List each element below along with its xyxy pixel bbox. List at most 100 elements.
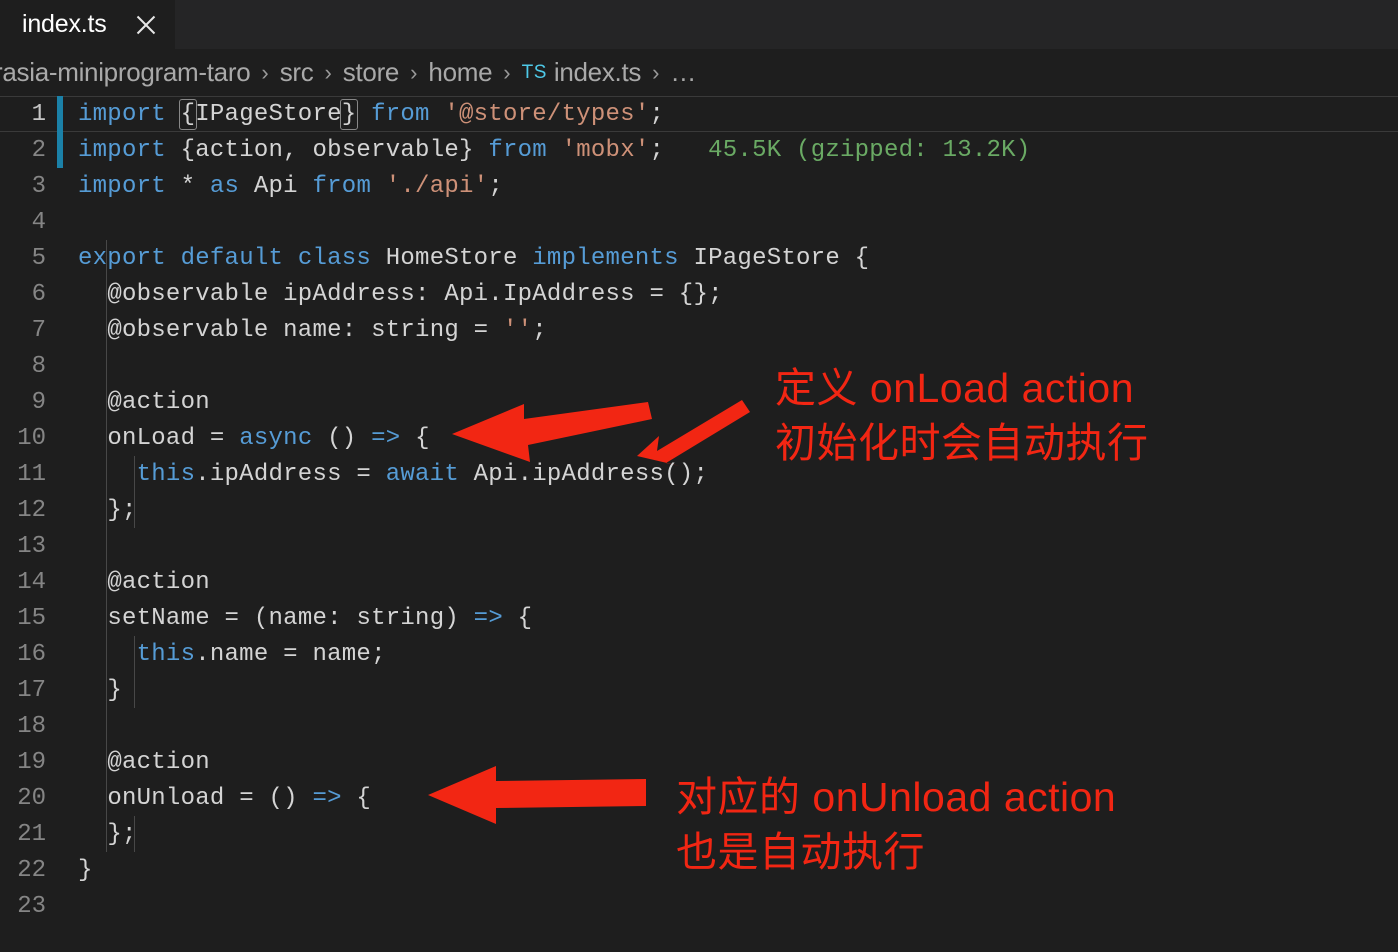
- code-text: }: [78, 856, 93, 884]
- code-text: import {IPageStore} from '@store/types';: [78, 98, 665, 130]
- code-line[interactable]: 6 @observable ipAddress: Api.IpAddress =…: [0, 276, 1398, 312]
- code-line[interactable]: 22 }: [0, 852, 1398, 888]
- code-line[interactable]: 15 setName = (name: string) => {: [0, 600, 1398, 636]
- code-editor[interactable]: 1 import {IPageStore} from '@store/types…: [0, 96, 1398, 952]
- chevron-right-icon: ›: [261, 59, 269, 85]
- typescript-file-icon: TS: [521, 61, 547, 83]
- import-cost-hint: 45.5K (gzipped: 13.2K): [708, 136, 1031, 164]
- breadcrumb-item-project[interactable]: rasia-miniprogram-taro: [0, 57, 251, 88]
- code-line[interactable]: 2 import {action, observable} from 'mobx…: [0, 132, 1398, 168]
- code-text: @observable ipAddress: Api.IpAddress = {…: [107, 280, 723, 308]
- code-text: @action: [107, 568, 210, 596]
- gutter-slot: [46, 348, 78, 384]
- code-line[interactable]: 14 @action: [0, 564, 1398, 600]
- line-number: 11: [17, 460, 46, 488]
- breadcrumb-item-symbols[interactable]: …: [670, 57, 696, 88]
- code-text: onUnload = () => {: [107, 784, 372, 812]
- code-text: @action: [107, 748, 210, 776]
- tab-index-ts[interactable]: index.ts: [0, 0, 175, 49]
- line-number: 19: [17, 748, 46, 776]
- gutter-slot: [46, 204, 78, 240]
- gutter-slot: [46, 456, 78, 492]
- gutter-slot: [46, 168, 78, 204]
- code-text: @observable name: string = '';: [107, 316, 547, 344]
- code-text: };: [107, 496, 137, 524]
- code-line[interactable]: 19 @action: [0, 744, 1398, 780]
- code-line[interactable]: 13: [0, 528, 1398, 564]
- code-line[interactable]: 21 };: [0, 816, 1398, 852]
- code-text: };: [107, 820, 137, 848]
- line-number: 5: [31, 244, 46, 272]
- code-line[interactable]: 8: [0, 348, 1398, 384]
- line-number: 4: [31, 208, 46, 236]
- line-number: 15: [17, 604, 46, 632]
- gutter-slot: [46, 420, 78, 456]
- code-text: }: [107, 676, 122, 704]
- line-number: 2: [31, 136, 46, 164]
- code-text: this.ipAddress = await Api.ipAddress();: [136, 460, 709, 488]
- line-number: 12: [17, 496, 46, 524]
- line-number: 13: [17, 532, 46, 560]
- breadcrumb-item-src[interactable]: src: [280, 57, 314, 88]
- gutter-slot: [46, 636, 78, 672]
- code-line[interactable]: 5 export default class HomeStore impleme…: [0, 240, 1398, 276]
- code-line[interactable]: 9 @action: [0, 384, 1398, 420]
- gutter-slot: [46, 492, 78, 528]
- code-line[interactable]: 16 this.name = name;: [0, 636, 1398, 672]
- code-line[interactable]: 10 onLoad = async () => {: [0, 420, 1398, 456]
- close-icon[interactable]: [133, 12, 159, 38]
- code-text: export default class HomeStore implement…: [78, 244, 870, 272]
- gutter-slot: [46, 708, 78, 744]
- gutter-slot: [46, 672, 78, 708]
- line-number: 1: [31, 100, 46, 128]
- code-line[interactable]: 1 import {IPageStore} from '@store/types…: [0, 96, 1398, 132]
- line-number: 10: [17, 424, 46, 452]
- gutter-slot: [46, 564, 78, 600]
- line-number: 7: [31, 316, 46, 344]
- gutter-slot: [46, 816, 78, 852]
- gutter-slot: [46, 384, 78, 420]
- line-number: 3: [31, 172, 46, 200]
- code-line[interactable]: 7 @observable name: string = '';: [0, 312, 1398, 348]
- line-number: 14: [17, 568, 46, 596]
- code-text: this.name = name;: [136, 640, 386, 668]
- line-number: 9: [31, 388, 46, 416]
- chevron-right-icon: ›: [503, 59, 511, 85]
- breadcrumb-item-file[interactable]: index.ts: [554, 57, 642, 88]
- code-line[interactable]: 12 };: [0, 492, 1398, 528]
- code-line[interactable]: 18: [0, 708, 1398, 744]
- breadcrumb-item-store[interactable]: store: [343, 57, 400, 88]
- tab-label: index.ts: [22, 10, 107, 38]
- gutter-slot: [46, 528, 78, 564]
- gutter-slot: [46, 888, 78, 924]
- code-line[interactable]: 4: [0, 204, 1398, 240]
- gutter-slot: [46, 132, 78, 168]
- code-line[interactable]: 11 this.ipAddress = await Api.ipAddress(…: [0, 456, 1398, 492]
- code-text: import {action, observable} from 'mobx';…: [78, 136, 1031, 164]
- chevron-right-icon: ›: [652, 59, 660, 85]
- line-number: 20: [17, 784, 46, 812]
- gutter-slot: [46, 780, 78, 816]
- breadcrumb: rasia-miniprogram-taro › src › store › h…: [0, 49, 1398, 96]
- line-number: 16: [17, 640, 46, 668]
- code-line[interactable]: 20 onUnload = () => {: [0, 780, 1398, 816]
- code-text: import * as Api from './api';: [78, 172, 503, 200]
- code-line[interactable]: 3 import * as Api from './api';: [0, 168, 1398, 204]
- line-number: 23: [17, 892, 46, 920]
- editor-window: index.ts rasia-miniprogram-taro › src › …: [0, 0, 1398, 952]
- code-line[interactable]: 17 }: [0, 672, 1398, 708]
- git-change-indicator: [57, 96, 63, 132]
- code-line[interactable]: 23: [0, 888, 1398, 924]
- gutter-slot: [46, 96, 78, 132]
- code-text: onLoad = async () => {: [107, 424, 430, 452]
- line-number: 8: [31, 352, 46, 380]
- chevron-right-icon: ›: [324, 59, 332, 85]
- tab-bar: index.ts: [0, 0, 1398, 49]
- gutter-slot: [46, 312, 78, 348]
- git-change-indicator: [57, 132, 63, 168]
- gutter-slot: [46, 240, 78, 276]
- breadcrumb-item-home[interactable]: home: [428, 57, 492, 88]
- code-lines: 1 import {IPageStore} from '@store/types…: [0, 96, 1398, 924]
- line-number: 17: [17, 676, 46, 704]
- gutter-slot: [46, 852, 78, 888]
